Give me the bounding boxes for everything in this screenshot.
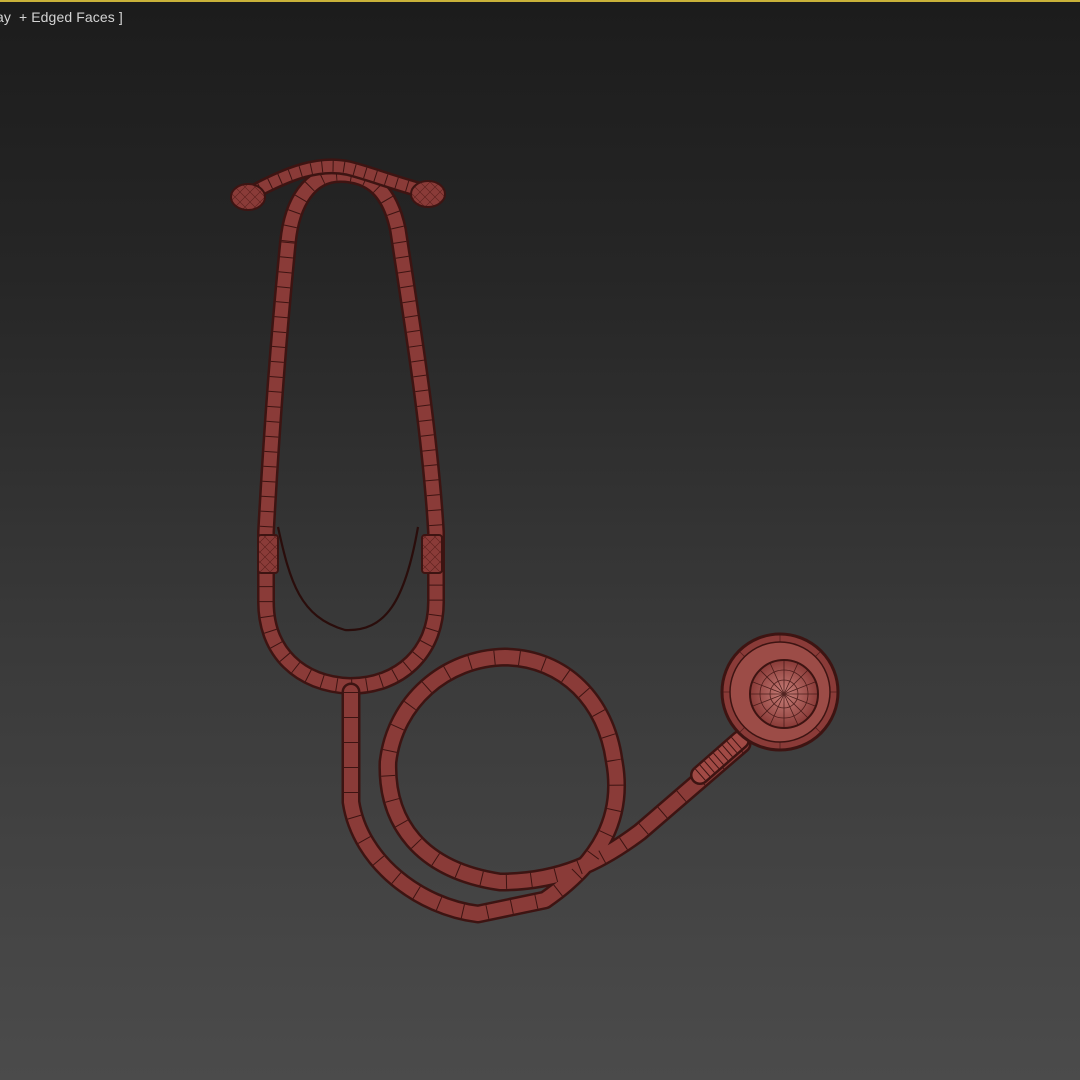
- main-tubing: [341, 647, 752, 924]
- binaural-tubes: [257, 165, 445, 695]
- tension-spring: [276, 526, 420, 632]
- stethoscope-icon[interactable]: [0, 2, 1080, 1080]
- perspective-viewport[interactable]: ay + Edged Faces ]: [0, 0, 1080, 1080]
- chest-piece-stem: [690, 730, 750, 785]
- ear-tip-right: [410, 180, 446, 208]
- ear-tip-left: [230, 183, 266, 211]
- chest-piece: [720, 632, 840, 752]
